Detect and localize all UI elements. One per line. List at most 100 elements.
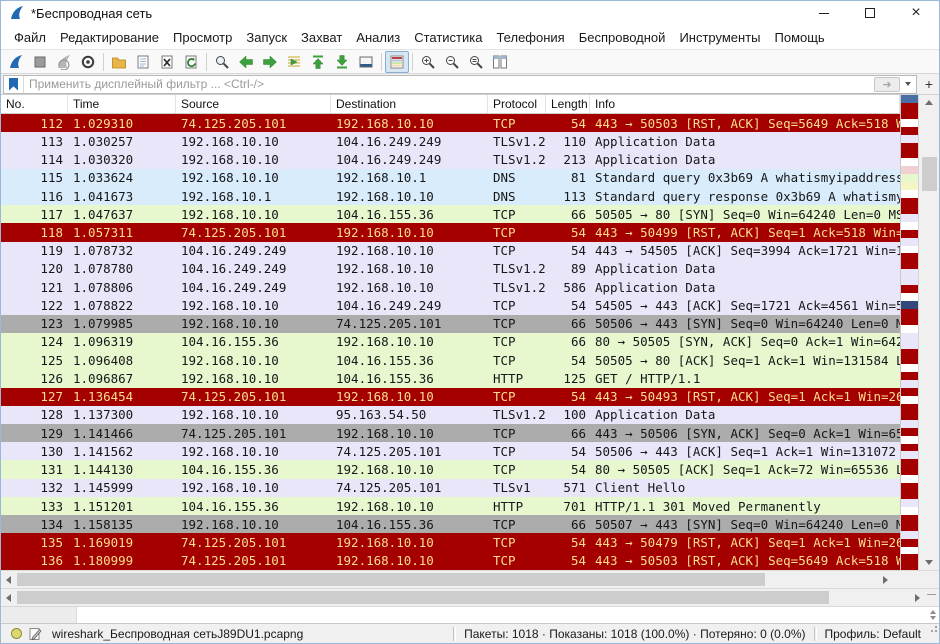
packet-row-134[interactable]: 1341.158135192.168.10.10104.16.155.36TCP… [1, 515, 900, 533]
packet-row-132[interactable]: 1321.145999192.168.10.1074.125.205.101TL… [1, 479, 900, 497]
capture-options-button[interactable] [76, 51, 100, 73]
column-header-time[interactable]: Time [68, 95, 176, 113]
column-header-no[interactable]: No. [1, 95, 68, 113]
display-filter-input[interactable] [24, 77, 874, 91]
menu-item-1[interactable]: Редактирование [53, 27, 166, 48]
packet-row-125[interactable]: 1251.096408192.168.10.10104.16.155.36TCP… [1, 351, 900, 369]
packet-row-130[interactable]: 1301.141562192.168.10.1074.125.205.101TC… [1, 442, 900, 460]
capture-comment-icon[interactable] [29, 627, 42, 641]
go-first-button[interactable] [306, 51, 330, 73]
scrollbar-minimap[interactable] [900, 95, 918, 570]
scroll-left-button[interactable] [1, 576, 16, 584]
go-to-packet-button[interactable] [282, 51, 306, 73]
colorize-packets-button[interactable] [385, 51, 409, 73]
packet-row-114[interactable]: 1141.030320192.168.10.10104.16.249.249TL… [1, 150, 900, 168]
column-header-destination[interactable]: Destination [331, 95, 488, 113]
packet-row-117[interactable]: 1171.047637192.168.10.10104.16.155.36TCP… [1, 205, 900, 223]
packet-row-120[interactable]: 1201.078780104.16.249.249192.168.10.10TL… [1, 260, 900, 278]
reload-icon [183, 54, 199, 70]
find-packet-button[interactable] [210, 51, 234, 73]
vertical-scrollbar-thumb[interactable] [922, 157, 937, 191]
reload-file-button[interactable] [179, 51, 203, 73]
menu-item-3[interactable]: Запуск [239, 27, 294, 48]
minimap-stripe [901, 317, 918, 325]
zoom-original-icon [468, 54, 484, 70]
menu-item-4[interactable]: Захват [294, 27, 349, 48]
menu-item-8[interactable]: Беспроводной [572, 27, 673, 48]
menu-item-2[interactable]: Просмотр [166, 27, 239, 48]
packet-row-115[interactable]: 1151.033624192.168.10.10192.168.10.1DNS8… [1, 169, 900, 187]
start-capture-button[interactable] [4, 51, 28, 73]
menu-item-5[interactable]: Анализ [349, 27, 407, 48]
packet-row-116[interactable]: 1161.041673192.168.10.1192.168.10.10DNS1… [1, 187, 900, 205]
packet-row-126[interactable]: 1261.096867192.168.10.10104.16.155.36HTT… [1, 369, 900, 387]
hscrollbar-thumb[interactable] [17, 591, 829, 604]
column-header-source[interactable]: Source [176, 95, 331, 113]
packet-row-136[interactable]: 1361.18099974.125.205.101192.168.10.10TC… [1, 552, 900, 570]
add-filter-button[interactable]: + [921, 76, 937, 93]
packet-row-121[interactable]: 1211.078806104.16.249.249192.168.10.10TL… [1, 278, 900, 296]
packet-row-124[interactable]: 1241.096319104.16.155.36192.168.10.10TCP… [1, 333, 900, 351]
hscrollbar-thumb[interactable] [17, 573, 765, 586]
menu-item-6[interactable]: Статистика [407, 27, 489, 48]
scroll-down-button[interactable] [919, 555, 939, 570]
zoom-in-button[interactable] [416, 51, 440, 73]
cell-time: 1.047637 [68, 207, 176, 222]
go-last-button[interactable] [330, 51, 354, 73]
packet-row-131[interactable]: 1311.144130104.16.155.36192.168.10.10TCP… [1, 460, 900, 478]
minimize-button[interactable] [801, 1, 847, 25]
filter-history-dropdown[interactable] [902, 77, 914, 92]
packet-row-118[interactable]: 1181.05731174.125.205.101192.168.10.10TC… [1, 223, 900, 241]
scroll-right-button[interactable] [910, 594, 925, 602]
zoom-100-button[interactable] [464, 51, 488, 73]
scroll-left-button[interactable] [1, 594, 16, 602]
splitter-grip[interactable] [927, 594, 936, 595]
expert-info-icon[interactable] [11, 628, 22, 639]
scroll-right-button[interactable] [878, 576, 893, 584]
packet-row-129[interactable]: 1291.14146674.125.205.101192.168.10.10TC… [1, 424, 900, 442]
auto-scroll-button[interactable] [354, 51, 378, 73]
save-file-button[interactable] [131, 51, 155, 73]
packet-row-133[interactable]: 1331.151201104.16.155.36192.168.10.10HTT… [1, 497, 900, 515]
bytes-pane-scrollbar[interactable] [927, 607, 939, 623]
go-forward-button[interactable] [258, 51, 282, 73]
minimap-stripe [901, 341, 918, 349]
cell-info: 54505 → 443 [ACK] Seq=1721 Ack=4561 Win=… [590, 298, 900, 313]
filter-bookmark-button[interactable] [4, 76, 24, 93]
packet-row-113[interactable]: 1131.030257192.168.10.10104.16.249.249TL… [1, 132, 900, 150]
packet-row-128[interactable]: 1281.137300192.168.10.1095.163.54.50TLSv… [1, 406, 900, 424]
packet-row-127[interactable]: 1271.13645474.125.205.101192.168.10.10TC… [1, 388, 900, 406]
detail-pane-hscrollbar[interactable] [1, 588, 939, 606]
packet-row-135[interactable]: 1351.16901974.125.205.101192.168.10.10TC… [1, 533, 900, 551]
restart-capture-button[interactable] [52, 51, 76, 73]
close-file-button[interactable] [155, 51, 179, 73]
zoom-out-button[interactable] [440, 51, 464, 73]
menu-item-0[interactable]: Файл [7, 27, 53, 48]
menu-item-9[interactable]: Инструменты [672, 27, 767, 48]
packet-row-112[interactable]: 1121.02931074.125.205.101192.168.10.10TC… [1, 114, 900, 132]
packet-row-123[interactable]: 1231.079985192.168.10.1074.125.205.101TC… [1, 315, 900, 333]
resize-columns-button[interactable] [488, 51, 512, 73]
close-button[interactable]: × [893, 1, 939, 25]
minimap-stripe [901, 483, 918, 491]
stop-capture-button[interactable] [28, 51, 52, 73]
cell-length: 54 [546, 462, 590, 477]
column-header-length[interactable]: Length [546, 95, 590, 113]
maximize-button[interactable] [847, 1, 893, 25]
vertical-scrollbar[interactable] [918, 95, 939, 570]
open-file-button[interactable] [107, 51, 131, 73]
apply-filter-button[interactable]: ➜ [874, 77, 900, 92]
go-back-button[interactable] [234, 51, 258, 73]
menu-item-10[interactable]: Помощь [768, 27, 832, 48]
column-header-protocol[interactable]: Protocol [488, 95, 546, 113]
bytes-pane-tab[interactable] [1, 607, 77, 623]
menu-item-7[interactable]: Телефония [489, 27, 571, 48]
statusbar-separator [453, 627, 456, 641]
packet-row-122[interactable]: 1221.078822192.168.10.10104.16.249.249TC… [1, 296, 900, 314]
profile-label[interactable]: Профиль: Default [825, 627, 922, 641]
column-header-info[interactable]: Info [590, 95, 900, 113]
packet-row-119[interactable]: 1191.078732104.16.249.249192.168.10.10TC… [1, 242, 900, 260]
scroll-up-button[interactable] [919, 95, 939, 110]
packet-list-hscrollbar[interactable] [1, 570, 939, 588]
status-bar: wireshark_Беспроводная сетьJ89DU1.pcapng… [1, 623, 939, 643]
